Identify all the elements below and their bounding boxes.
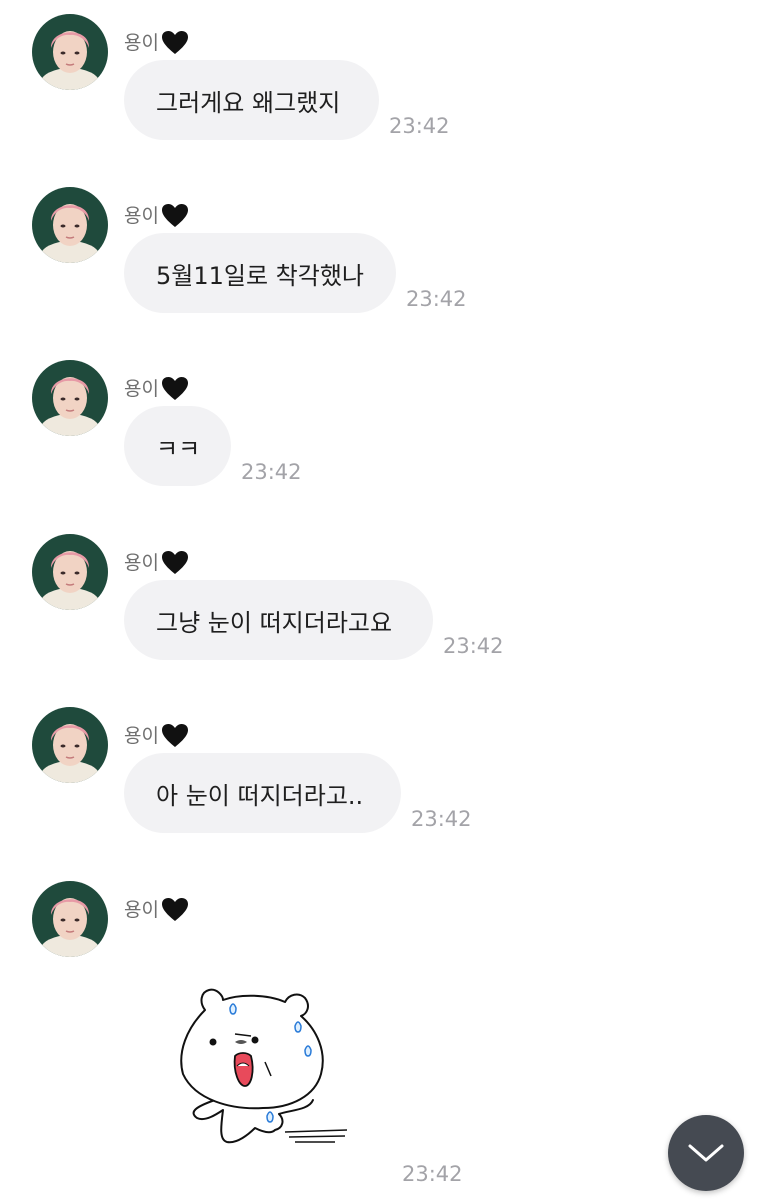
sender-name: 용이 <box>124 897 189 923</box>
message-timestamp: 23:42 <box>443 634 504 658</box>
message-bubble[interactable]: ㅋㅋ <box>124 406 231 486</box>
chevron-down-icon <box>688 1144 724 1162</box>
black-heart-icon <box>161 550 189 576</box>
message-timestamp: 23:42 <box>406 287 467 311</box>
sweating-bear-sticker[interactable] <box>175 982 355 1152</box>
message-timestamp: 23:42 <box>241 460 302 484</box>
message-row: 용이 그러게요 왜그랬지 23:42 <box>0 14 775 164</box>
avatar[interactable] <box>32 187 108 263</box>
message-bubble[interactable]: 아 눈이 떠지더라고.. <box>124 753 401 833</box>
message-bubble[interactable]: 그러게요 왜그랬지 <box>124 60 379 140</box>
avatar[interactable] <box>32 14 108 90</box>
black-heart-icon <box>161 897 189 923</box>
black-heart-icon <box>161 376 189 402</box>
sender-name: 용이 <box>124 723 189 749</box>
message-row: 용이 그냥 눈이 떠지더라고요 23:42 <box>0 534 775 684</box>
avatar[interactable] <box>32 360 108 436</box>
sender-name: 용이 <box>124 30 189 56</box>
message-row: 용이 <box>0 881 775 1031</box>
message-timestamp: 23:42 <box>402 1162 463 1186</box>
message-timestamp: 23:42 <box>389 114 450 138</box>
sender-name: 용이 <box>124 203 189 229</box>
black-heart-icon <box>161 30 189 56</box>
black-heart-icon <box>161 723 189 749</box>
message-row: 용이 5월11일로 착각했나 23:42 <box>0 187 775 337</box>
message-bubble[interactable]: 그냥 눈이 떠지더라고요 <box>124 580 433 660</box>
avatar[interactable] <box>32 534 108 610</box>
black-heart-icon <box>161 203 189 229</box>
message-row: 용이 ㅋㅋ 23:42 <box>0 360 775 510</box>
scroll-to-bottom-button[interactable] <box>668 1115 744 1191</box>
sender-name: 용이 <box>124 376 189 402</box>
avatar[interactable] <box>32 707 108 783</box>
message-timestamp: 23:42 <box>411 807 472 831</box>
sender-name: 용이 <box>124 550 189 576</box>
message-bubble[interactable]: 5월11일로 착각했나 <box>124 233 396 313</box>
message-row: 용이 아 눈이 떠지더라고.. 23:42 <box>0 707 775 857</box>
avatar[interactable] <box>32 881 108 957</box>
